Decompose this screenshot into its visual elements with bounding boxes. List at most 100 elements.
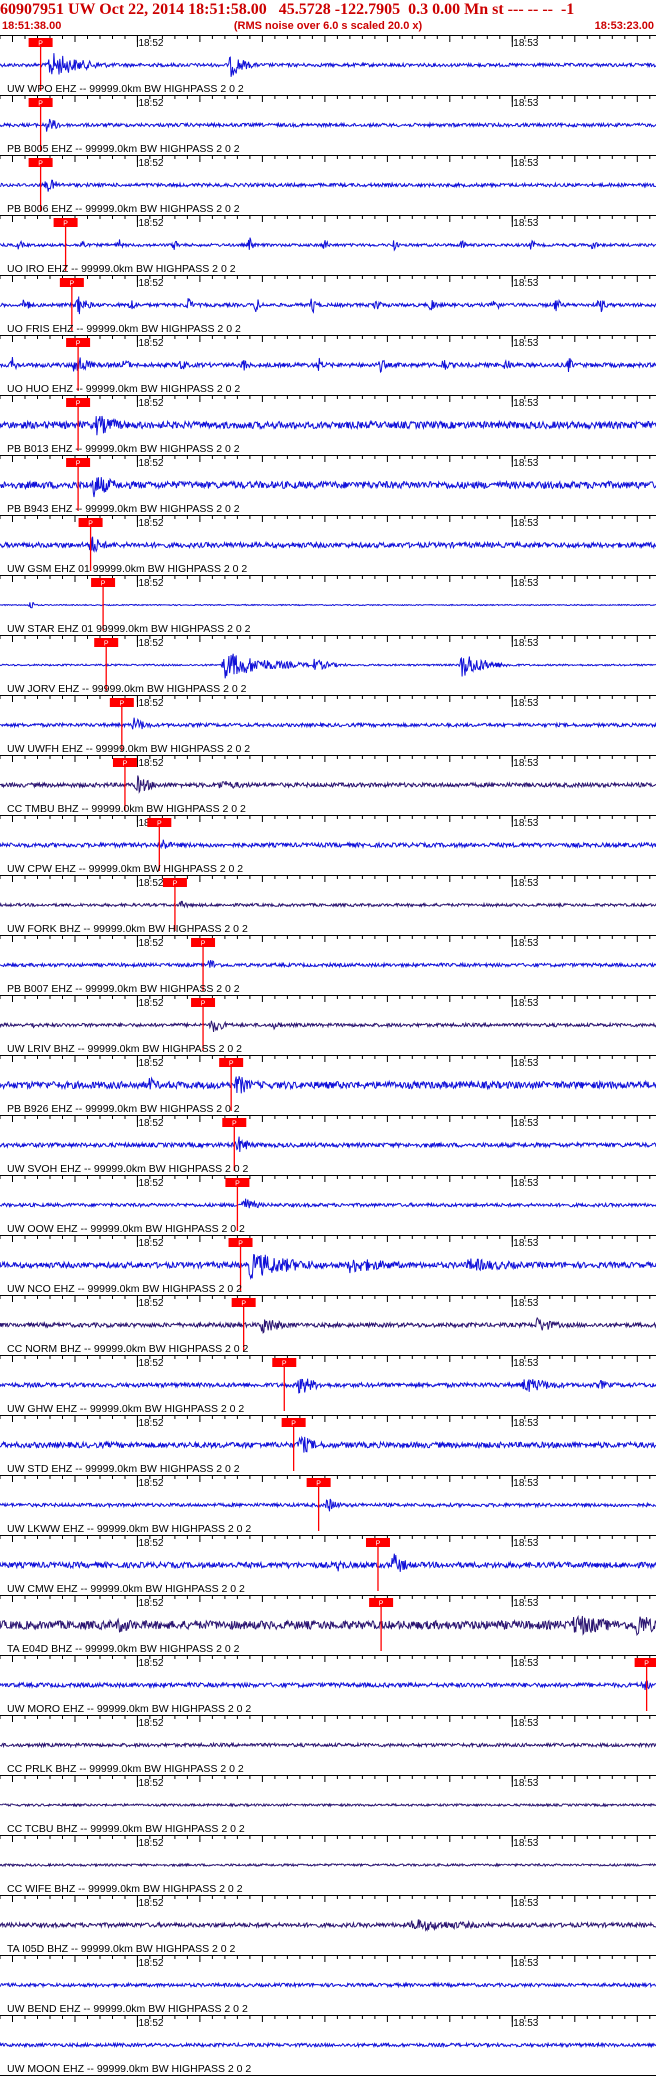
waveform-trace: [0, 415, 656, 436]
station-label: TA I05D BHZ -- 99999.0km BW HIGHPASS 2 0…: [7, 1943, 236, 1955]
station-panel: 18:52 18:53 P UW OOW EHZ -- 99999.0km BW HI…: [0, 1175, 656, 1235]
time-ticks: [0, 336, 651, 342]
station-panel: 18:52 18:53 CC WIFE BHZ -- 99999.0km BW HI…: [0, 1835, 656, 1895]
station-panel: 18:52 18:53 UW MOON EHZ -- 99999.0km BW HI…: [0, 2015, 656, 2075]
minute-label: 18:53: [513, 1418, 538, 1429]
waveform-trace: [0, 1198, 656, 1209]
pick-label: P: [38, 161, 43, 168]
station-label: UW STD EHZ -- 99999.0km BW HIGHPASS 2 0 …: [7, 1463, 240, 1475]
minute-label: 18:52: [138, 1118, 163, 1129]
minute-label: 18:52: [138, 1718, 163, 1729]
time-ticks: [0, 996, 651, 1002]
pick-label: P: [241, 1301, 246, 1308]
minute-label: 18:52: [138, 1238, 163, 1249]
minute-label: 18:53: [513, 1058, 538, 1069]
minute-label: 18:53: [513, 518, 538, 529]
pick-label: P: [173, 881, 178, 888]
time-ticks: [0, 936, 651, 942]
time-ticks: [0, 1716, 651, 1722]
minute-label: 18:52: [138, 398, 163, 409]
time-ticks: [0, 1776, 651, 1782]
time-ticks: [0, 1296, 651, 1302]
station-panel: 18:52 18:53 P UW FORK BHZ -- 99999.0km BW H…: [0, 875, 656, 935]
pick-label: P: [76, 401, 81, 408]
pick-label: P: [201, 1001, 206, 1008]
waveform-trace: [0, 1254, 656, 1280]
station-panel: 18:52 18:53 P UW CMW EHZ -- 99999.0km BW HI…: [0, 1535, 656, 1595]
waveform-trace: [0, 1378, 656, 1394]
station-label: UW LRIV BHZ -- 99999.0km BW HIGHPASS 2 0…: [7, 1043, 242, 1055]
minute-label: 18:53: [513, 1118, 538, 1129]
pick-label: P: [63, 221, 68, 228]
pick-label: P: [88, 521, 93, 528]
station-label: TA E04D BHZ -- 99999.0km BW HIGHPASS 2 0…: [7, 1643, 240, 1655]
waveform-trace: [0, 602, 656, 609]
station-label: UW LKWW EHZ -- 99999.0km BW HIGHPASS 2 0…: [7, 1523, 251, 1535]
waveform-trace: [0, 1020, 656, 1032]
station-label: UO FRIS EHZ -- 99999.0km BW HIGHPASS 2 0…: [7, 323, 241, 335]
time-ticks: [0, 1236, 651, 1242]
station-label: UW GHW EHZ -- 99999.0km BW HIGHPASS 2 0 …: [7, 1403, 244, 1415]
minute-label: 18:53: [513, 458, 538, 469]
station-label: PB B013 EHZ -- 99999.0km BW HIGHPASS 2 0…: [7, 443, 240, 455]
station-panel: 18:52 18:53 P UW LRIV BHZ -- 99999.0km BW H…: [0, 995, 656, 1055]
minute-label: 18:53: [513, 698, 538, 709]
time-ticks: [0, 2016, 651, 2022]
pick-label: P: [229, 1061, 234, 1068]
station-label: CC NORM BHZ -- 99999.0km BW HIGHPASS 2 0…: [7, 1343, 249, 1355]
waveform-trace: [0, 960, 656, 969]
station-panel: 18:52 18:53 P TA E04D BHZ -- 99999.0km BW H…: [0, 1595, 656, 1655]
minute-label: 18:53: [513, 278, 538, 289]
minute-label: 18:52: [138, 98, 163, 109]
minute-label: 18:52: [138, 458, 163, 469]
minute-label: 18:52: [138, 1298, 163, 1309]
minute-label: 18:53: [513, 1658, 538, 1669]
waveform-trace: [0, 1741, 656, 1749]
station-panel: 18:52 18:53 P UW NCO EHZ -- 99999.0km BW HI…: [0, 1235, 656, 1295]
station-label: UO HUO EHZ -- 99999.0km BW HIGHPASS 2 0 …: [7, 383, 240, 395]
station-panel: 18:52 18:53 P UW STD EHZ -- 99999.0km BW HI…: [0, 1415, 656, 1475]
minute-label: 18:52: [138, 1058, 163, 1069]
pick-label: P: [232, 1121, 237, 1128]
pick-label: P: [282, 1361, 287, 1368]
minute-label: 18:52: [138, 38, 163, 49]
waveform-trace: [0, 356, 656, 374]
waveform-trace: [0, 1919, 656, 1932]
waveform-trace: [0, 839, 656, 850]
waveform-trace: [0, 900, 656, 909]
waveform-trace: [0, 2041, 656, 2049]
station-panel: 18:52 18:53 UW BEND EHZ -- 99999.0km BW HI…: [0, 1955, 656, 2015]
time-ticks: [0, 1836, 651, 1842]
station-panel: 18:52 18:53 P CC NORM BHZ -- 99999.0km BW H…: [0, 1295, 656, 1355]
time-ticks: [0, 396, 651, 402]
minute-label: 18:52: [138, 218, 163, 229]
minute-label: 18:53: [513, 158, 538, 169]
waveform-trace: [0, 717, 656, 730]
minute-label: 18:53: [513, 398, 538, 409]
pick-label: P: [316, 1481, 321, 1488]
station-panel: 18:52 18:53 P UO IRO EHZ -- 99999.0km BW HI…: [0, 215, 656, 275]
pick-label: P: [38, 101, 43, 108]
pick-label: P: [38, 41, 43, 48]
station-panel: 18:52 18:53 P PB B005 EHZ -- 99999.0km BW H…: [0, 95, 656, 155]
minute-label: 18:53: [513, 1178, 538, 1189]
minute-label: 18:53: [513, 38, 538, 49]
minute-label: 18:52: [138, 998, 163, 1009]
station-label: CC TMBU BHZ -- 99999.0km BW HIGHPASS 2 0…: [7, 803, 246, 815]
station-label: UO IRO EHZ -- 99999.0km BW HIGHPASS 2 0 …: [7, 263, 236, 275]
station-panel: 18:52 18:53 CC TCBU BHZ -- 99999.0km BW HI…: [0, 1775, 656, 1835]
pick-label: P: [76, 341, 81, 348]
pick-label: P: [291, 1421, 296, 1428]
time-ticks: [0, 1956, 651, 1962]
station-label: PB B007 EHZ -- 99999.0km BW HIGHPASS 2 0…: [7, 983, 240, 995]
waveform-trace: [0, 1680, 656, 1690]
minute-label: 18:52: [138, 938, 163, 949]
minute-label: 18:53: [513, 758, 538, 769]
station-label: UW SVOH EHZ -- 99999.0km BW HIGHPASS 2 0…: [7, 1163, 249, 1175]
time-ticks: [0, 36, 651, 42]
station-panel: 18:52 18:53 TA I05D BHZ -- 99999.0km BW HI…: [0, 1895, 656, 1955]
time-ticks: [0, 1416, 651, 1422]
minute-label: 18:52: [138, 758, 163, 769]
waveform-trace: [0, 53, 656, 77]
time-ticks: [0, 216, 651, 222]
